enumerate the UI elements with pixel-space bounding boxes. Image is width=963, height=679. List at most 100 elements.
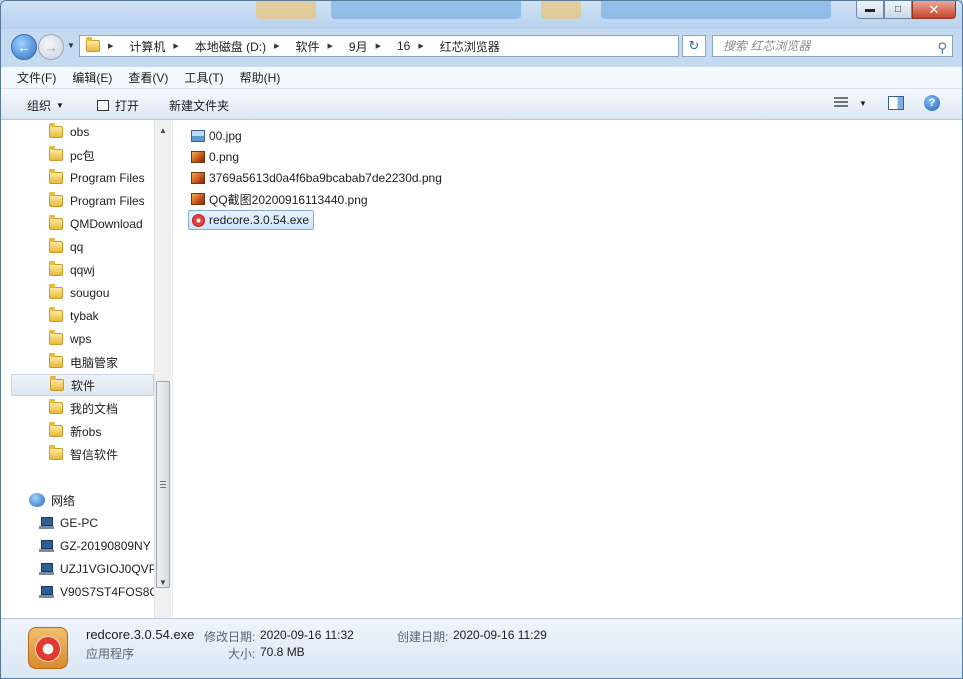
tree-folder-item[interactable]: pc包 <box>11 144 154 166</box>
details-filename: redcore.3.0.54.exe <box>86 627 195 642</box>
new-folder-button[interactable]: 新建文件夹 <box>169 97 229 114</box>
computer-icon <box>39 540 54 552</box>
chevron-right-icon[interactable]: ▶ <box>376 42 381 50</box>
open-icon <box>97 100 109 111</box>
tree-folder-item[interactable]: 我的文档 <box>11 397 154 419</box>
tree-network-item[interactable]: 网络 <box>11 489 154 511</box>
tree-item-label: 电脑管家 <box>70 355 119 370</box>
scroll-down-icon[interactable]: ▼ <box>155 574 171 590</box>
folder-icon <box>49 192 63 207</box>
address-bar[interactable]: ▶ 计算机 ▶ 本地磁盘 (D:) ▶ 软件 ▶ 9月 ▶ 16 ▶ 红芯浏览器 <box>79 35 679 57</box>
file-item[interactable]: 3769a5613d0a4f6ba9bcabab7de2230d.png <box>188 168 446 188</box>
breadcrumb-item[interactable]: 本地磁盘 (D:) ▶ <box>195 38 288 55</box>
computer-icon <box>39 563 54 575</box>
modified-label: 修改日期: <box>204 630 256 644</box>
minimize-button[interactable]: ▬ <box>856 1 884 19</box>
recent-pages-dropdown[interactable]: ▼ <box>67 41 75 50</box>
image-file-icon <box>191 193 205 205</box>
breadcrumb-label: 16 <box>397 39 411 53</box>
breadcrumb-item[interactable]: 计算机 ▶ <box>129 38 186 55</box>
details-pane: redcore.3.0.54.exe 应用程序 修改日期: 2020-09-16… <box>1 618 962 678</box>
file-name: QQ截图20200916113440.png <box>209 192 368 207</box>
background-decoration <box>256 1 316 19</box>
breadcrumb-item[interactable]: 红芯浏览器 <box>440 38 500 55</box>
tree-folder-item[interactable]: qq <box>11 236 154 258</box>
tree-computer-item[interactable]: UZJ1VGIOJ0QVP <box>11 558 154 580</box>
scroll-up-icon[interactable]: ▲ <box>155 122 171 138</box>
image-file-icon <box>191 130 205 142</box>
chevron-right-icon[interactable]: ▶ <box>173 42 178 50</box>
tree-computer-item[interactable]: V90S7ST4FOS8C <box>11 581 154 603</box>
explorer-window: ▬ □ ✕ ← → ▼ ▶ 计算机 ▶ 本地磁盘 (D:) ▶ 软件 ▶ 9月 ▶ 16 ▶ 红芯浏… <box>0 0 963 679</box>
folder-icon <box>49 215 63 230</box>
search-placeholder: 搜索 红芯浏览器 <box>723 39 811 53</box>
title-bar[interactable]: ▬ □ ✕ <box>1 1 962 29</box>
tree-folder-item[interactable]: qqwj <box>11 259 154 281</box>
folder-icon <box>49 146 63 161</box>
navigation-scrollbar[interactable]: ▲ ▼ <box>154 120 171 618</box>
tree-folder-item[interactable]: sougou <box>11 282 154 304</box>
close-button[interactable]: ✕ <box>912 1 956 19</box>
help-icon[interactable]: ? <box>924 95 940 111</box>
file-list: 00.jpg 0.png 3769a5613d0a4f6ba9bcabab7de22… <box>172 120 962 618</box>
file-item[interactable]: redcore.3.0.54.exe <box>188 210 315 230</box>
maximize-button[interactable]: □ <box>884 1 912 19</box>
folder-icon <box>49 330 63 345</box>
tree-folder-item[interactable]: tybak <box>11 305 154 327</box>
file-item[interactable]: 00.jpg <box>188 126 246 146</box>
view-dropdown-chevron-icon[interactable]: ▼ <box>859 99 867 108</box>
tree-folder-item[interactable]: QMDownload <box>11 213 154 235</box>
search-input[interactable]: 搜索 红芯浏览器 ⚲ <box>712 35 953 57</box>
menu-view[interactable]: 查看(V) <box>112 69 176 86</box>
menu-tools[interactable]: 工具(T) <box>168 69 231 86</box>
tree-item-label: 智信软件 <box>70 447 119 462</box>
breadcrumb-item[interactable]: 16 ▶ <box>397 39 432 53</box>
forward-button[interactable]: → <box>38 34 64 60</box>
open-button[interactable]: 打开 <box>97 97 139 114</box>
tree-folder-item[interactable]: wps <box>11 328 154 350</box>
details-filetype: 应用程序 <box>86 647 135 661</box>
breadcrumb-root-arrow[interactable]: ▶ <box>108 42 121 50</box>
tree-folder-item[interactable]: Program Files <box>11 167 154 189</box>
back-button[interactable]: ← <box>11 34 37 60</box>
refresh-button[interactable]: ↻ <box>682 35 706 57</box>
preview-pane-icon[interactable] <box>888 96 904 110</box>
tree-item-label: qq <box>70 240 84 254</box>
menu-help[interactable]: 帮助(H) <box>224 69 289 86</box>
background-decoration <box>541 1 581 19</box>
tree-folder-item[interactable]: 智信软件 <box>11 443 154 465</box>
size-label: 大小: <box>228 647 256 661</box>
chevron-right-icon[interactable]: ▶ <box>328 42 333 50</box>
tree-computer-item[interactable]: GZ-20190809NY <box>11 535 154 557</box>
computer-icon <box>39 586 54 598</box>
folder-icon <box>49 238 63 253</box>
tree-folder-item[interactable]: 新obs <box>11 420 154 442</box>
tree-item-label: sougou <box>70 286 110 300</box>
menu-file[interactable]: 文件(F) <box>1 69 64 86</box>
tree-folder-item[interactable]: 软件 <box>11 374 154 396</box>
chevron-right-icon[interactable]: ▶ <box>418 42 423 50</box>
organize-button[interactable]: 组织 ▼ <box>27 97 64 114</box>
file-item[interactable]: 0.png <box>188 147 243 167</box>
network-icon <box>29 493 45 507</box>
tree-folder-item[interactable]: Program Files <box>11 190 154 212</box>
breadcrumb-item[interactable]: 9月 ▶ <box>349 38 389 55</box>
breadcrumb-item[interactable]: 软件 ▶ <box>296 38 341 55</box>
chevron-down-icon: ▼ <box>56 101 64 110</box>
tree-item-label: Program Files <box>70 171 145 185</box>
folder-icon <box>49 169 63 184</box>
tree-computer-item[interactable]: GE-PC <box>11 512 154 534</box>
search-icon[interactable]: ⚲ <box>937 38 947 58</box>
navigation-pane: obs pc包 Program Files Program Files QMDownlo… <box>1 120 171 618</box>
scrollbar-thumb[interactable] <box>156 381 170 588</box>
tree-item-label: QMDownload <box>70 217 143 231</box>
tree-folder-item[interactable]: 电脑管家 <box>11 351 154 373</box>
file-item[interactable]: QQ截图20200916113440.png <box>188 189 372 209</box>
folder-icon <box>49 261 63 276</box>
tree-folder-item[interactable]: obs <box>11 121 154 143</box>
chevron-right-icon[interactable]: ▶ <box>274 42 279 50</box>
command-bar: 组织 ▼ 打开 新建文件夹 <box>1 89 962 120</box>
view-options-icon[interactable] <box>834 97 848 109</box>
folder-icon <box>50 376 64 391</box>
menu-edit[interactable]: 编辑(E) <box>56 69 120 86</box>
